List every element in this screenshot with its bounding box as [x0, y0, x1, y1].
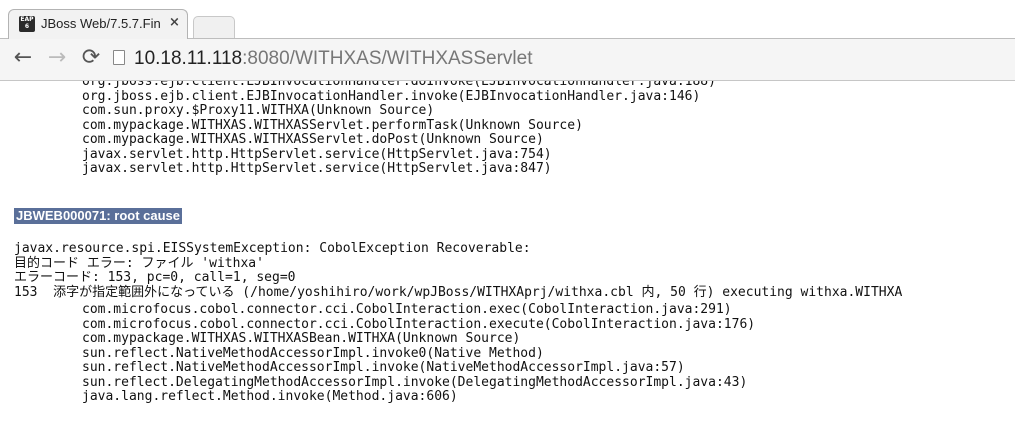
reload-icon[interactable]: ⟳ [78, 45, 104, 71]
back-arrow-icon[interactable]: ← [10, 45, 36, 71]
tab-strip: EAP 6 JBoss Web/7.5.7.Final-redh × [0, 0, 1015, 40]
page-info-icon[interactable] [113, 50, 125, 65]
root-cause-message: javax.resource.spi.EISSystemException: C… [14, 241, 903, 300]
tab-title: JBoss Web/7.5.7.Final-redh [41, 16, 161, 31]
address-bar[interactable]: 10.18.11.118:8080/WITHXAS/WITHXASServlet [134, 46, 532, 72]
close-tab-icon[interactable]: × [169, 15, 180, 31]
url-host: 10.18.11.118 [134, 48, 243, 69]
stack-trace-top: org.jboss.ejb.client.EJBInvocationHandle… [82, 81, 716, 176]
page-content: org.jboss.ejb.client.EJBInvocationHandle… [0, 81, 1015, 426]
stack-trace-bottom: com.microfocus.cobol.connector.cci.Cobol… [82, 302, 756, 404]
forward-arrow-icon[interactable]: → [44, 45, 70, 71]
browser-tab[interactable]: EAP 6 JBoss Web/7.5.7.Final-redh × [8, 9, 188, 39]
root-cause-heading: JBWEB000071: root cause [14, 208, 183, 224]
new-tab-button[interactable] [193, 16, 235, 38]
url-path: :8080/WITHXAS/WITHXASServlet [242, 48, 533, 69]
browser-toolbar: ← → ⟳ 10.18.11.118:8080/WITHXAS/WITHXASS… [0, 39, 1015, 81]
jboss-eap-favicon-icon: EAP 6 [19, 16, 35, 32]
